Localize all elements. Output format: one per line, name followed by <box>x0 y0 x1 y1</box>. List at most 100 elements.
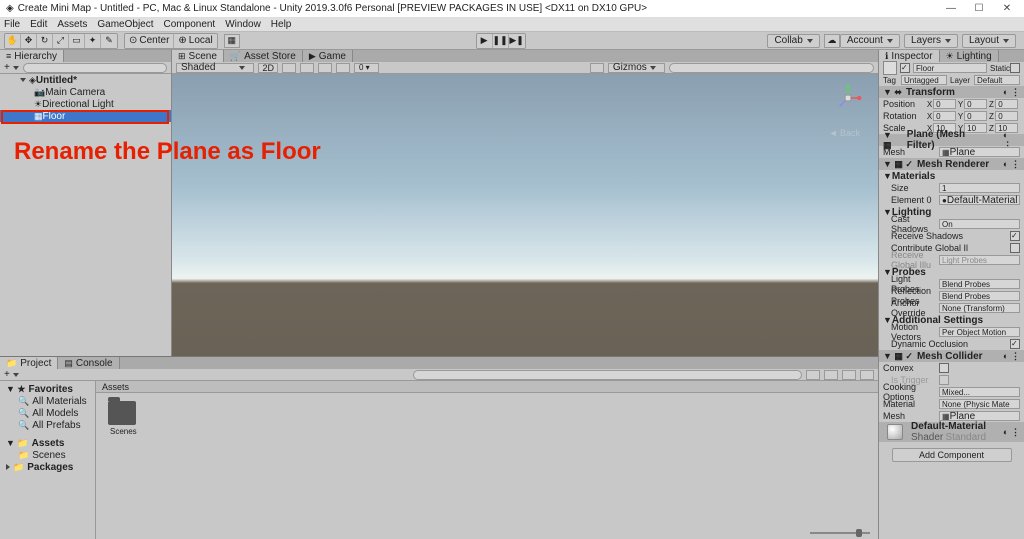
cloud-button[interactable]: ☁ <box>824 34 840 48</box>
rect-tool-button[interactable]: ▭ <box>69 34 85 48</box>
cast-shadows[interactable]: On <box>939 219 1020 229</box>
mesh-field[interactable]: ▦Plane <box>939 147 1020 157</box>
move-tool-button[interactable]: ✥ <box>21 34 37 48</box>
custom-tool-button[interactable]: ✎ <box>101 34 117 48</box>
menu-assets[interactable]: Assets <box>57 19 87 30</box>
transform-header[interactable]: ▼ ⬌ Transform◐ ⋮ <box>879 86 1024 98</box>
hand-tool-button[interactable]: ✋ <box>5 34 21 48</box>
menu-file[interactable]: File <box>4 19 20 30</box>
project-filter-1[interactable] <box>806 370 820 380</box>
play-button[interactable]: ▶ <box>477 34 493 48</box>
menu-gameobject[interactable]: GameObject <box>97 19 153 30</box>
material-header[interactable]: Default-Material Shader Standard ◐ ⋮ <box>879 422 1024 442</box>
hierarchy-item-floor[interactable]: ▦ Floor <box>0 110 171 122</box>
lighting-tab[interactable]: ☀ Lighting <box>940 50 999 62</box>
position-x[interactable]: 0 <box>933 99 956 109</box>
project-filter-2[interactable] <box>824 370 838 380</box>
meshrenderer-header[interactable]: ▼ ▦ ✓ Mesh Renderer◐ ⋮ <box>879 158 1024 170</box>
reflection-probes[interactable]: Blend Probes <box>939 291 1020 301</box>
hierarchy-item-light[interactable]: ☀ Directional Light <box>0 98 171 110</box>
2d-toggle[interactable]: 2D <box>258 63 278 73</box>
collider-mesh[interactable]: ▦Plane <box>939 411 1020 421</box>
pivot-local-button[interactable]: ⊕Local <box>174 34 216 48</box>
rotation-y[interactable]: 0 <box>964 111 987 121</box>
rotation-z[interactable]: 0 <box>995 111 1018 121</box>
scene-search[interactable] <box>669 63 874 73</box>
snap-button[interactable]: ▦ <box>224 34 240 48</box>
layer-dropdown[interactable]: Default <box>974 75 1020 85</box>
convex-check[interactable] <box>939 363 949 373</box>
cooking-options[interactable]: Mixed... <box>939 387 1020 397</box>
scene-grid-dropdown[interactable]: 0 ▾ <box>354 63 379 73</box>
scene-fx-toggle[interactable] <box>318 63 332 73</box>
rotation-x[interactable]: 0 <box>933 111 956 121</box>
pivot-center-button[interactable]: ⊙Center <box>125 34 174 48</box>
rotate-tool-button[interactable]: ↻ <box>37 34 53 48</box>
scene-back-button[interactable]: ◄ Back <box>829 128 860 138</box>
collider-material[interactable]: None (Physic Mate <box>939 399 1020 409</box>
add-component-button[interactable]: Add Component <box>892 448 1012 462</box>
dynamic-occlusion-check[interactable] <box>1010 339 1020 349</box>
menu-window[interactable]: Window <box>225 19 261 30</box>
fav-all-models[interactable]: 🔍 All Models <box>0 407 95 419</box>
favorites-group[interactable]: ▼ ★ Favorites <box>0 383 95 395</box>
project-breadcrumb[interactable]: Assets <box>96 381 878 393</box>
static-checkbox[interactable] <box>1010 63 1020 73</box>
menu-component[interactable]: Component <box>164 19 216 30</box>
position-y[interactable]: 0 <box>964 99 987 109</box>
asset-store-tab[interactable]: 🛒 Asset Store <box>224 50 303 62</box>
create-dropdown[interactable]: + <box>4 62 19 73</box>
meshfilter-header[interactable]: ▼ ▦ Plane (Mesh Filter)◐ ⋮ <box>879 134 1024 146</box>
close-button[interactable]: ✕ <box>996 2 1018 16</box>
scene-camera-button[interactable] <box>590 63 604 73</box>
hierarchy-scene-row[interactable]: ◈ Untitled* <box>0 74 171 86</box>
motion-vectors[interactable]: Per Object Motion <box>939 327 1020 337</box>
layers-dropdown[interactable]: Layers <box>904 34 958 48</box>
fav-all-prefabs[interactable]: 🔍 All Prefabs <box>0 419 95 431</box>
pause-button[interactable]: ❚❚ <box>493 34 509 48</box>
game-tab[interactable]: ▶ Game <box>303 50 353 62</box>
minimize-button[interactable]: — <box>940 2 962 16</box>
project-search[interactable] <box>413 370 802 380</box>
project-zoom-slider[interactable] <box>96 527 878 539</box>
gameobject-name-field[interactable]: Floor <box>913 63 987 73</box>
scale-tool-button[interactable]: ⤢ <box>53 34 69 48</box>
collab-button[interactable]: Collab <box>767 34 819 48</box>
project-filter-3[interactable] <box>842 370 856 380</box>
transform-tool-button[interactable]: ✦ <box>85 34 101 48</box>
scene-tab[interactable]: ⊞ Scene <box>172 50 224 62</box>
scene-light-toggle[interactable] <box>282 63 296 73</box>
assets-group[interactable]: ▼ 📁 Assets <box>0 437 95 449</box>
materials-size[interactable]: 1 <box>939 183 1020 193</box>
meshcollider-header[interactable]: ▼ ▦ ✓ Mesh Collider◐ ⋮ <box>879 350 1024 362</box>
scene-hidden-toggle[interactable] <box>336 63 350 73</box>
console-tab[interactable]: ▤ Console <box>58 357 119 369</box>
scene-gizmo[interactable] <box>834 84 862 112</box>
scenes-folder[interactable] <box>108 401 136 425</box>
shading-mode-dropdown[interactable]: Shaded <box>176 63 254 73</box>
hierarchy-tab[interactable]: ≡ Hierarchy <box>0 50 64 62</box>
packages-group[interactable]: 📁 Packages <box>0 461 95 473</box>
project-tab[interactable]: 📁 Project <box>0 357 58 369</box>
menu-help[interactable]: Help <box>271 19 292 30</box>
project-hidden-button[interactable] <box>860 370 874 380</box>
layout-dropdown[interactable]: Layout <box>962 34 1016 48</box>
maximize-button[interactable]: ☐ <box>968 2 990 16</box>
fav-all-materials[interactable]: 🔍 All Materials <box>0 395 95 407</box>
active-checkbox[interactable] <box>900 63 910 73</box>
menu-edit[interactable]: Edit <box>30 19 47 30</box>
tag-dropdown[interactable]: Untagged <box>901 75 947 85</box>
scene-audio-toggle[interactable] <box>300 63 314 73</box>
hierarchy-search[interactable] <box>23 63 167 73</box>
project-create-button[interactable]: + <box>4 369 19 380</box>
light-probes[interactable]: Blend Probes <box>939 279 1020 289</box>
material-element0[interactable]: ●Default-Material <box>939 195 1020 205</box>
contribute-gi-check[interactable] <box>1010 243 1020 253</box>
hierarchy-item-camera[interactable]: 📷 Main Camera <box>0 86 171 98</box>
position-z[interactable]: 0 <box>995 99 1018 109</box>
step-button[interactable]: ▶❚ <box>509 34 525 48</box>
receive-shadows-check[interactable] <box>1010 231 1020 241</box>
anchor-override[interactable]: None (Transform) <box>939 303 1020 313</box>
assets-scenes[interactable]: 📁 Scenes <box>0 449 95 461</box>
gizmos-dropdown[interactable]: Gizmos <box>608 63 665 73</box>
